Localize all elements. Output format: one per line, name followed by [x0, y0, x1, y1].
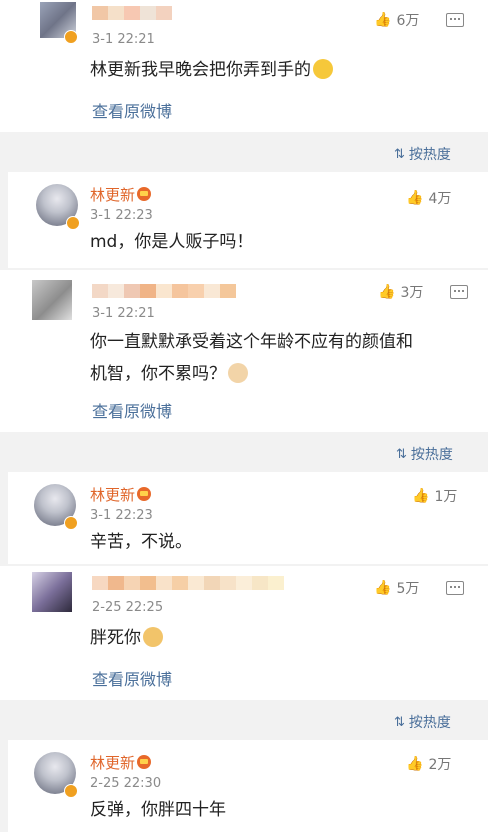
crown-icon — [137, 487, 152, 501]
thumbs-up-icon: 👍 — [374, 12, 392, 28]
sort-icon: ⇅ — [394, 714, 405, 730]
reply-time: 3-1 22:23 — [90, 508, 153, 523]
verified-badge-icon — [66, 216, 80, 230]
like-count: 5万 — [396, 581, 420, 597]
cat-emoji — [228, 363, 248, 383]
like-count: 4万 — [428, 191, 452, 207]
reply-text: 辛苦，不说。 — [90, 532, 192, 552]
comment-icon[interactable] — [446, 581, 464, 595]
reply-time: 2-25 22:30 — [90, 776, 162, 791]
thumbs-up-icon: 👍 — [406, 190, 424, 206]
comment-icon[interactable] — [446, 13, 464, 27]
crown-icon — [137, 187, 152, 201]
comment-time: 2-25 22:25 — [92, 600, 164, 615]
comment-text: 胖死你 — [90, 624, 163, 653]
sort-by-heat-button[interactable]: ⇅ 按热度 — [396, 444, 453, 464]
reply-section-2: ⇅ 按热度 林更新 3-1 22:23 👍 1万 辛苦，不说。 — [0, 432, 488, 566]
sort-icon: ⇅ — [396, 446, 407, 462]
like-count: 2万 — [428, 757, 452, 773]
reply-section-1: ⇅ 按热度 林更新 3-1 22:23 👍 4万 md，你是人贩子吗！ — [0, 132, 488, 270]
reply-username-text: 林更新 — [90, 186, 136, 204]
verified-badge-icon — [64, 516, 78, 530]
comment-text-content: 机智，你不累吗？ — [90, 364, 226, 384]
comment-text-content: 林更新我早晚会把你弄到手的 — [90, 60, 311, 80]
like-button[interactable]: 👍 6万 — [374, 10, 419, 30]
reply-text: 反弹，你胖四十年 — [90, 800, 226, 820]
comment-time: 3-1 22:21 — [92, 32, 155, 47]
reply-text: md，你是人贩子吗！ — [90, 232, 254, 252]
like-count: 1万 — [434, 489, 458, 505]
verified-badge-icon — [64, 784, 78, 798]
view-original-link[interactable]: 查看原微博 — [92, 666, 172, 690]
username-blurred[interactable] — [92, 6, 172, 20]
sort-label: 按热度 — [410, 447, 453, 463]
like-count: 3万 — [400, 285, 424, 301]
dog-emoji — [143, 627, 163, 647]
sort-by-heat-button[interactable]: ⇅ 按热度 — [394, 144, 451, 164]
smile-emoji — [313, 59, 333, 79]
reply-username-text: 林更新 — [90, 754, 136, 772]
reply-username[interactable]: 林更新 — [90, 184, 152, 205]
view-original-link[interactable]: 查看原微博 — [92, 398, 172, 422]
thumbs-up-icon: 👍 — [406, 756, 424, 772]
thumbs-up-icon: 👍 — [374, 580, 392, 596]
like-button[interactable]: 👍 5万 — [374, 578, 419, 598]
comment-text-content: 胖死你 — [90, 628, 141, 648]
comment-time: 3-1 22:21 — [92, 306, 155, 321]
thumbs-up-icon: 👍 — [412, 488, 430, 504]
comment-text-line2: 机智，你不累吗？ — [90, 360, 248, 389]
comment-card-2: 3-1 22:21 👍 3万 你一直默默承受着这个年龄不应有的颜值和 机智，你不… — [0, 270, 488, 432]
comment-text: 林更新我早晚会把你弄到手的 — [90, 56, 333, 85]
username-blurred[interactable] — [92, 284, 236, 298]
comment-card-3: 2-25 22:25 👍 5万 胖死你 查看原微博 — [0, 566, 488, 700]
like-button[interactable]: 👍 4万 — [406, 188, 451, 208]
thumbs-up-icon: 👍 — [378, 284, 396, 300]
sort-icon: ⇅ — [394, 146, 405, 162]
reply-section-3: ⇅ 按热度 林更新 2-25 22:30 👍 2万 反弹，你胖四十年 — [0, 700, 488, 832]
like-button[interactable]: 👍 2万 — [406, 754, 451, 774]
like-count: 6万 — [396, 13, 420, 29]
comment-text-line1: 你一直默默承受着这个年龄不应有的颜值和 — [90, 332, 413, 352]
like-button[interactable]: 👍 1万 — [412, 486, 457, 506]
reply-username[interactable]: 林更新 — [90, 484, 152, 505]
avatar[interactable] — [32, 572, 72, 612]
crown-icon — [137, 755, 152, 769]
reply-card-3: 林更新 2-25 22:30 👍 2万 反弹，你胖四十年 — [8, 740, 488, 832]
username-blurred[interactable] — [92, 576, 284, 590]
reply-time: 3-1 22:23 — [90, 208, 153, 223]
sort-by-heat-button[interactable]: ⇅ 按热度 — [394, 712, 451, 732]
sort-label: 按热度 — [408, 715, 451, 731]
verified-badge-icon — [64, 30, 78, 44]
reply-card-1: 林更新 3-1 22:23 👍 4万 md，你是人贩子吗！ — [8, 172, 488, 268]
reply-card-2: 林更新 3-1 22:23 👍 1万 辛苦，不说。 — [8, 472, 488, 564]
view-original-link[interactable]: 查看原微博 — [92, 98, 172, 122]
reply-username-text: 林更新 — [90, 486, 136, 504]
weibo-comment-page: 3-1 22:21 👍 6万 林更新我早晚会把你弄到手的 查看原微博 ⇅ 按热度… — [0, 0, 488, 832]
comment-card-1: 3-1 22:21 👍 6万 林更新我早晚会把你弄到手的 查看原微博 — [0, 0, 488, 132]
comment-icon[interactable] — [450, 285, 468, 299]
like-button[interactable]: 👍 3万 — [378, 282, 423, 302]
avatar[interactable] — [32, 280, 72, 320]
reply-username[interactable]: 林更新 — [90, 752, 152, 773]
sort-label: 按热度 — [408, 147, 451, 163]
